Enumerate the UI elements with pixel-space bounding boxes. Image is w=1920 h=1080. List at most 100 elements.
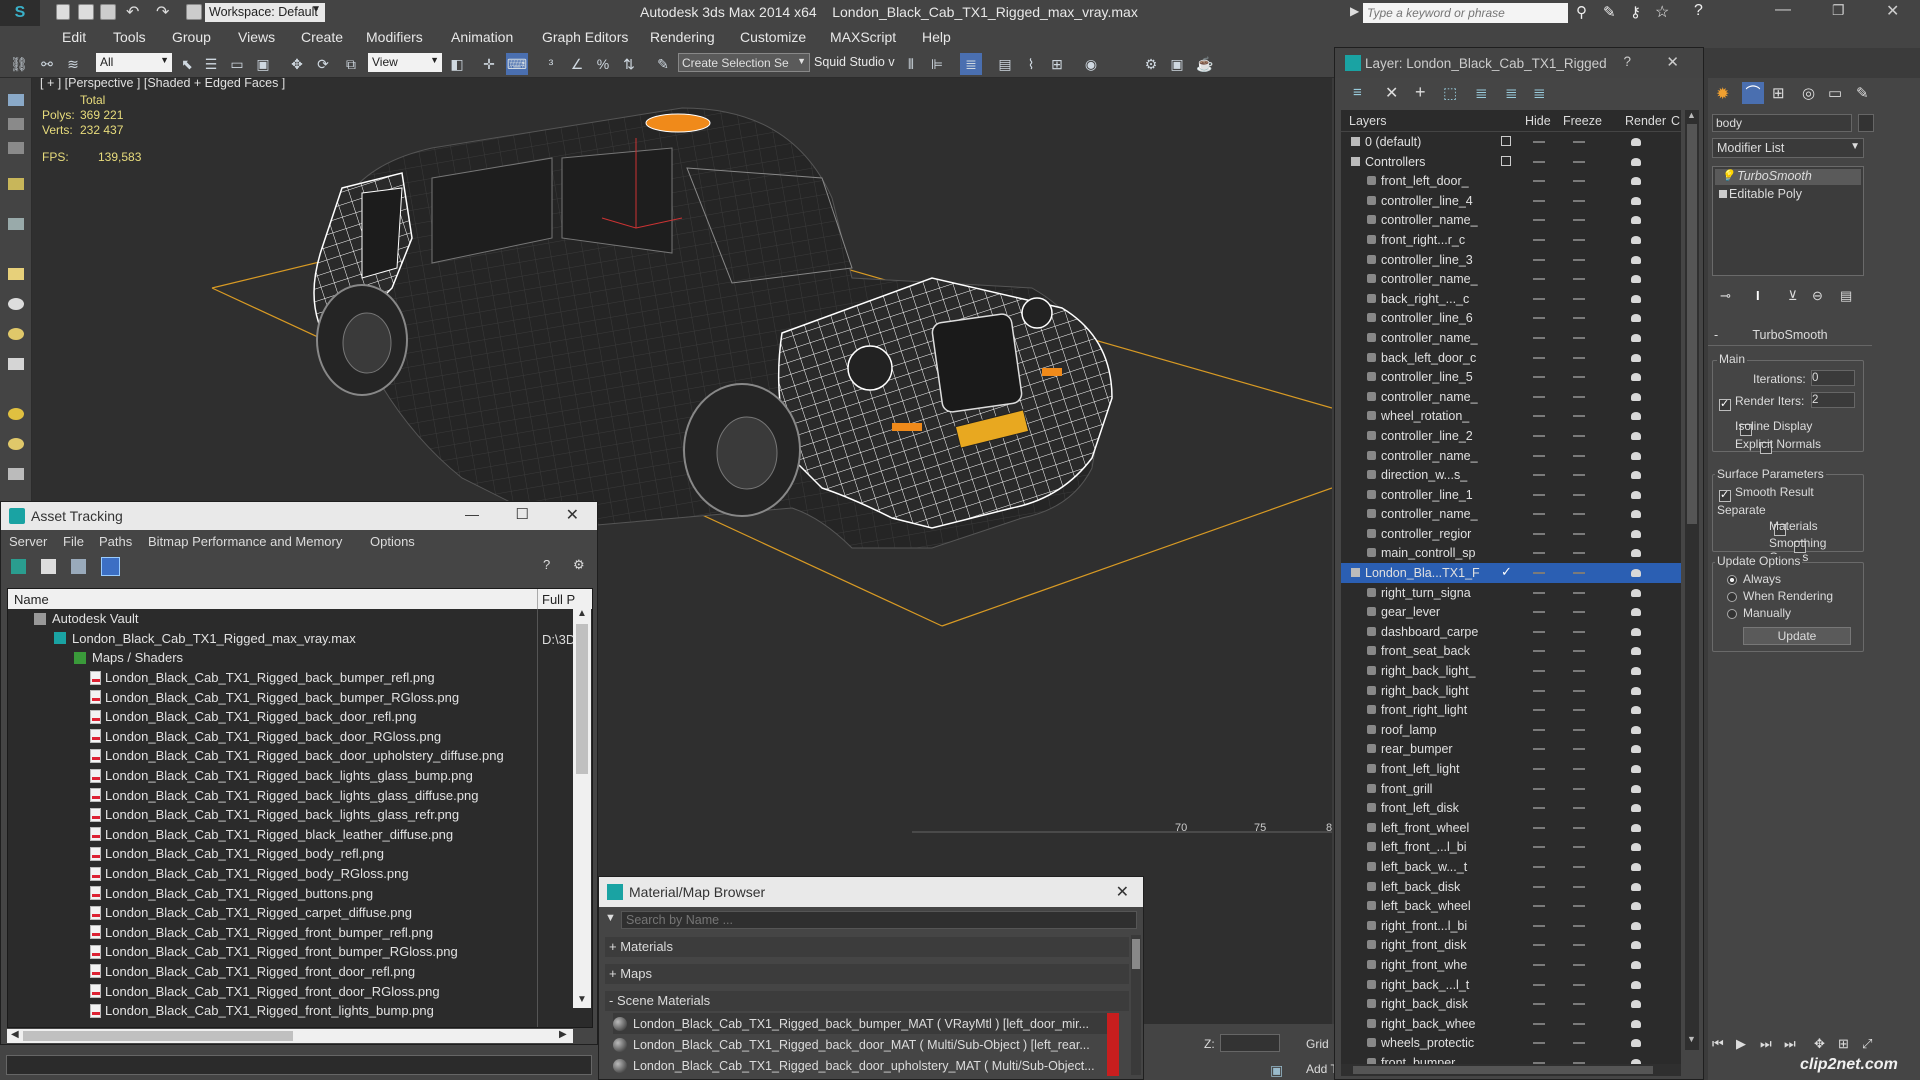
render-teapot-icon[interactable] — [1631, 980, 1641, 989]
angle-snap-icon[interactable]: ∠ — [566, 53, 588, 75]
freeze-toggle[interactable] — [1573, 552, 1585, 555]
layer-row[interactable]: front_right...r_c — [1341, 230, 1681, 250]
layer-row[interactable]: left_back_wheel — [1341, 896, 1681, 916]
freeze-toggle[interactable] — [1573, 611, 1585, 614]
menu-graph-editors[interactable]: Graph Editors — [542, 29, 628, 45]
always-radio[interactable] — [1727, 575, 1737, 585]
asset-file-row[interactable]: London_Black_Cab_TX1_Rigged_back_door_re… — [8, 707, 592, 727]
scene-materials-group-header[interactable]: - Scene Materials — [605, 991, 1129, 1011]
layer-row[interactable]: roof_lamp — [1341, 720, 1681, 740]
close-icon[interactable]: ✕ — [1666, 53, 1679, 71]
render-teapot-icon[interactable] — [1631, 1039, 1641, 1048]
next-frame-icon[interactable]: ⏭ — [1760, 1036, 1772, 1052]
asset-file-row[interactable]: London_Black_Cab_TX1_Rigged_back_door_RG… — [8, 727, 592, 747]
layer-row[interactable]: right_back_light_ — [1341, 661, 1681, 681]
freeze-toggle[interactable] — [1573, 415, 1585, 418]
tools-icon[interactable]: ✎ — [1603, 3, 1616, 21]
scene-material-item[interactable]: London_Black_Cab_TX1_Rigged_back_door_MA… — [613, 1034, 1119, 1055]
layer-row[interactable]: left_front_...l_bi — [1341, 837, 1681, 857]
hide-toggle[interactable] — [1533, 1022, 1545, 1025]
freeze-toggle[interactable] — [1573, 434, 1585, 437]
hide-toggle[interactable] — [1533, 865, 1545, 868]
hide-toggle[interactable] — [1533, 513, 1545, 516]
menu-views[interactable]: Views — [238, 29, 275, 45]
freeze-toggle[interactable] — [1573, 924, 1585, 927]
hide-toggle[interactable] — [1533, 454, 1545, 457]
thumbnail-view-icon[interactable] — [71, 559, 86, 574]
tool-icon[interactable] — [8, 94, 24, 106]
freeze-toggle[interactable] — [1573, 493, 1585, 496]
hide-toggle[interactable] — [1533, 807, 1545, 810]
freeze-toggle[interactable] — [1573, 591, 1585, 594]
modifier-list-dropdown[interactable]: Modifier List ▼ — [1712, 138, 1864, 158]
render-teapot-icon[interactable] — [1631, 314, 1641, 323]
freeze-toggle[interactable] — [1573, 180, 1585, 183]
display-tab-icon[interactable]: ▭ — [1828, 84, 1842, 102]
asset-file-row[interactable]: London_Black_Cab_TX1_Rigged_back_door_up… — [8, 746, 592, 766]
freeze-toggle[interactable] — [1573, 356, 1585, 359]
freeze-toggle[interactable] — [1573, 846, 1585, 849]
render-teapot-icon[interactable] — [1631, 1000, 1641, 1009]
render-teapot-icon[interactable] — [1631, 333, 1641, 342]
asset-file-row[interactable]: London_Black_Cab_TX1_Rigged_black_leathe… — [8, 825, 592, 845]
turbosmooth-rollout-header[interactable]: - TurboSmooth — [1708, 328, 1872, 346]
object-color-swatch[interactable] — [1858, 114, 1874, 132]
freeze-toggle[interactable] — [1573, 709, 1585, 712]
menu-maxscript[interactable]: MAXScript — [830, 29, 896, 45]
asset-file-row[interactable]: London_Black_Cab_TX1_Rigged_carpet_diffu… — [8, 903, 592, 923]
rollout-collapse-icon[interactable]: - — [1714, 328, 1718, 342]
render-teapot-icon[interactable] — [1631, 569, 1641, 578]
render-teapot-icon[interactable] — [1631, 471, 1641, 480]
freeze-toggle[interactable] — [1573, 885, 1585, 888]
close-icon[interactable]: ✕ — [566, 505, 579, 525]
hide-toggle[interactable] — [1533, 885, 1545, 888]
select-by-name-icon[interactable]: ☰ — [200, 53, 222, 75]
freeze-all-icon[interactable]: ≣ — [1533, 84, 1546, 102]
col-hide-header[interactable]: Hide — [1525, 114, 1551, 128]
select-manipulate-icon[interactable]: ✛ — [478, 53, 500, 75]
close-window-icon[interactable]: ✕ — [1886, 1, 1899, 21]
hierarchy-tab-icon[interactable]: ⊞ — [1772, 84, 1785, 102]
freeze-toggle[interactable] — [1573, 768, 1585, 770]
menu-edit[interactable]: Edit — [62, 29, 86, 45]
vertical-scrollbar[interactable]: ▲ ▼ — [573, 608, 591, 1008]
hide-toggle[interactable] — [1533, 768, 1545, 770]
lightbulb-icon[interactable]: 💡 — [1721, 169, 1735, 182]
smooth-result-checkbox[interactable] — [1719, 488, 1731, 502]
layer-row[interactable]: gear_lever — [1341, 602, 1681, 622]
render-teapot-icon[interactable] — [1631, 706, 1641, 715]
render-teapot-icon[interactable] — [1631, 588, 1641, 597]
freeze-toggle[interactable] — [1573, 650, 1585, 653]
menu-server[interactable]: Server — [9, 534, 47, 549]
asset-file-row[interactable]: London_Black_Cab_TX1_Rigged_back_bumper_… — [8, 687, 592, 707]
restore-window-icon[interactable]: ❐ — [1832, 2, 1845, 19]
hide-toggle[interactable] — [1533, 552, 1545, 555]
layer-row[interactable]: controller_line_4 — [1341, 191, 1681, 211]
layer-row[interactable]: controller_line_2 — [1341, 426, 1681, 446]
orbit-icon[interactable]: ✥ — [1814, 1036, 1825, 1052]
hide-toggle[interactable] — [1533, 180, 1545, 183]
freeze-toggle[interactable] — [1573, 513, 1585, 516]
menu-tools[interactable]: Tools — [113, 29, 146, 45]
tool-icon[interactable] — [8, 118, 24, 130]
hide-toggle[interactable] — [1533, 336, 1545, 339]
open-file-icon[interactable] — [78, 4, 94, 20]
asset-file-row[interactable]: London_Black_Cab_TX1_Rigged_buttons.png — [8, 883, 592, 903]
edit-named-selection-icon[interactable]: ✎ — [652, 53, 674, 75]
layer-hscrollbar[interactable] — [1341, 1064, 1681, 1076]
goto-end-icon[interactable]: ⏭ — [1784, 1036, 1796, 1052]
render-teapot-icon[interactable] — [1631, 843, 1641, 852]
render-iters-checkbox[interactable] — [1719, 397, 1731, 411]
hide-toggle[interactable] — [1533, 689, 1545, 692]
spinner-snap-icon[interactable]: ⇅ — [618, 53, 640, 75]
freeze-toggle[interactable] — [1573, 1022, 1585, 1025]
hide-toggle[interactable] — [1533, 238, 1545, 241]
freeze-toggle[interactable] — [1573, 826, 1585, 829]
manually-radio[interactable] — [1727, 609, 1737, 619]
render-teapot-icon[interactable] — [1631, 529, 1641, 538]
hide-toggle[interactable] — [1533, 846, 1545, 849]
hide-toggle[interactable] — [1533, 160, 1545, 163]
scroll-up-icon[interactable]: ▲ — [577, 608, 587, 619]
object-name-input[interactable] — [1712, 114, 1852, 132]
list-item[interactable]: Maps / Shaders — [8, 648, 592, 668]
